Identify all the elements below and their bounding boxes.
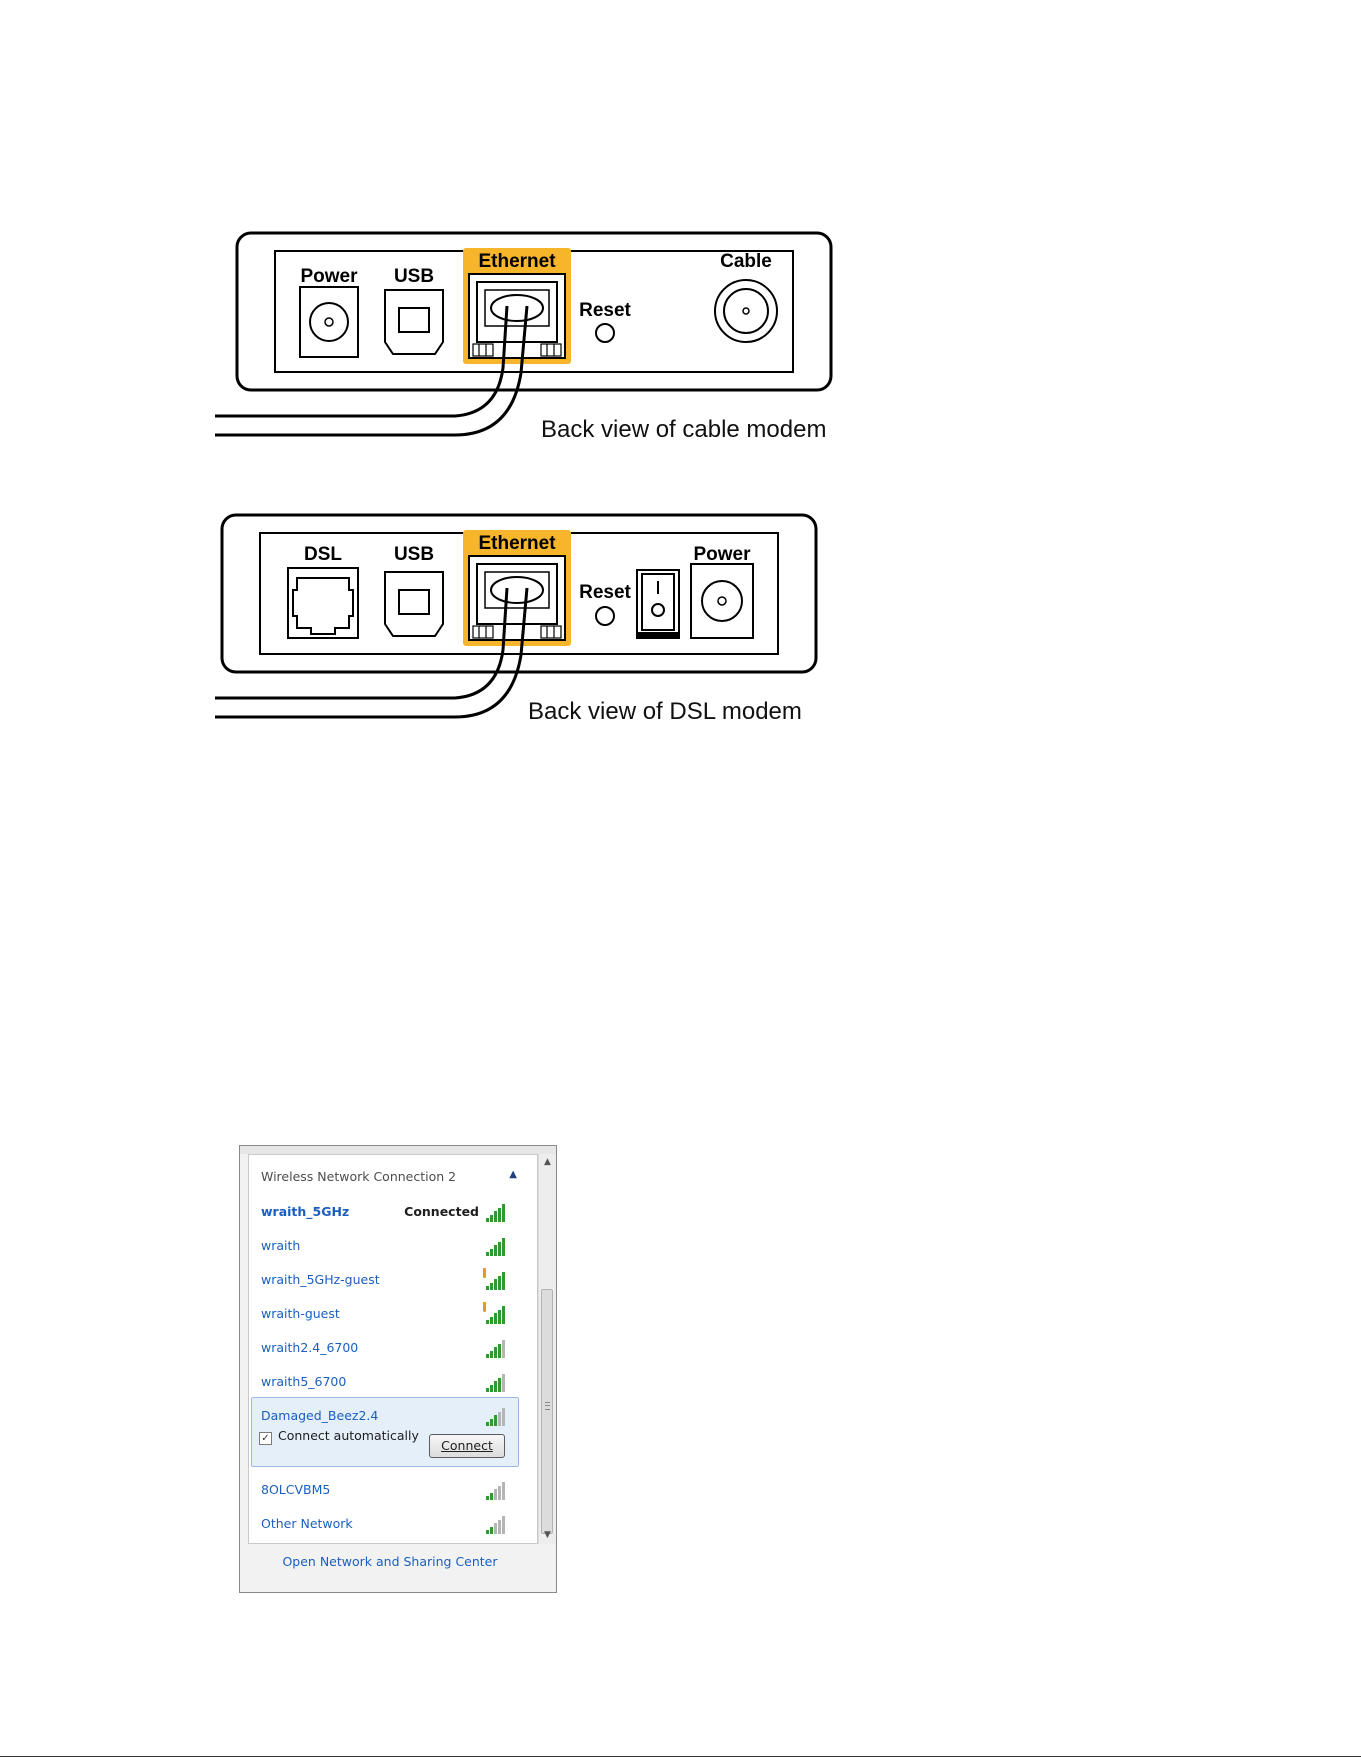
scroll-down-icon[interactable]: ▼ [539,1527,556,1543]
signal-strength-icon [483,1268,507,1290]
reset-label: Reset [579,300,631,321]
network-name: wraith_5GHz [261,1204,350,1219]
connection-status: Connected [404,1204,479,1219]
network-name: Other Network [261,1516,353,1531]
network-item[interactable]: wraith5_6700 [249,1365,521,1399]
ethernet-port-icon [468,555,566,641]
dsl-label: DSL [304,544,342,565]
power-jack-icon [299,286,359,358]
power-label: Power [300,266,358,287]
network-item[interactable]: wraith-guest [249,1297,521,1331]
network-item[interactable]: Other Network [249,1507,521,1541]
dsl-jack-icon [287,567,359,639]
network-item[interactable]: wraith [249,1229,521,1263]
chevron-up-icon[interactable]: ▲ [509,1169,517,1180]
reset-button-icon [595,606,615,626]
network-name: wraith-guest [261,1306,340,1321]
connection-group-title: Wireless Network Connection 2 [261,1169,457,1184]
signal-strength-icon [483,1202,507,1222]
network-item[interactable]: wraith_5GHz Connected [249,1195,521,1229]
usb-port-icon [384,289,444,355]
usb-label: USB [393,266,435,287]
network-item[interactable]: 8OLCVBM5 [249,1473,521,1507]
signal-strength-icon [483,1514,507,1534]
dsl-modem-diagram: DSL USB Ethernet Reset Power Back view o… [205,510,845,730]
network-name: wraith_5GHz-guest [261,1272,380,1287]
signal-strength-icon [483,1406,507,1426]
signal-strength-icon [483,1302,507,1324]
coax-connector-icon [714,279,778,343]
ethernet-label: Ethernet [478,251,556,272]
wireless-networks-flyout: Wireless Network Connection 2 ▲ wraith_5… [239,1145,557,1593]
connect-automatically-label: Connect automatically [278,1428,419,1443]
connect-button[interactable]: Connect [429,1434,505,1458]
network-name: Damaged_Beez2.4 [261,1408,379,1423]
signal-strength-icon [483,1338,507,1358]
network-item[interactable]: wraith_5GHz-guest [249,1263,521,1297]
power-label: Power [693,544,751,565]
cable-modem-diagram: Power USB Ethernet Reset Cable Back view… [205,228,845,448]
power-switch-icon [636,569,680,639]
ethernet-label: Ethernet [478,533,556,554]
scrollbar-thumb[interactable] [541,1289,553,1534]
scrollbar[interactable]: ▲ ▼ [538,1154,556,1544]
security-shield-icon [483,1268,486,1278]
cable-label: Cable [720,251,772,272]
signal-strength-icon [483,1480,507,1500]
signal-strength-icon [483,1372,507,1392]
usb-port-icon [384,571,444,637]
signal-strength-icon [483,1236,507,1256]
network-item[interactable]: wraith2.4_6700 [249,1331,521,1365]
connection-group-header[interactable]: Wireless Network Connection 2 ▲ [261,1169,517,1184]
dsl-modem-caption: Back view of DSL modem [528,698,802,725]
network-name: wraith [261,1238,301,1253]
reset-label: Reset [579,582,631,603]
ethernet-port-icon [468,273,566,359]
grip-icon [545,1402,550,1410]
security-shield-icon [483,1302,486,1312]
usb-label: USB [393,544,435,565]
network-name: wraith5_6700 [261,1374,347,1389]
open-network-sharing-center-link[interactable]: Open Network and Sharing Center [240,1554,540,1569]
scroll-up-icon[interactable]: ▲ [539,1154,556,1170]
page-bottom-rule [0,1756,1361,1757]
network-name: wraith2.4_6700 [261,1340,359,1355]
cable-modem-caption: Back view of cable modem [541,416,827,443]
reset-button-icon [595,323,615,343]
power-jack-icon [690,563,754,639]
network-list-panel: Wireless Network Connection 2 ▲ wraith_5… [248,1154,538,1544]
network-name: 8OLCVBM5 [261,1482,331,1497]
connect-automatically-checkbox[interactable]: ✓ [259,1432,272,1445]
connect-automatically-option[interactable]: ✓ Connect automatically [259,1428,419,1445]
